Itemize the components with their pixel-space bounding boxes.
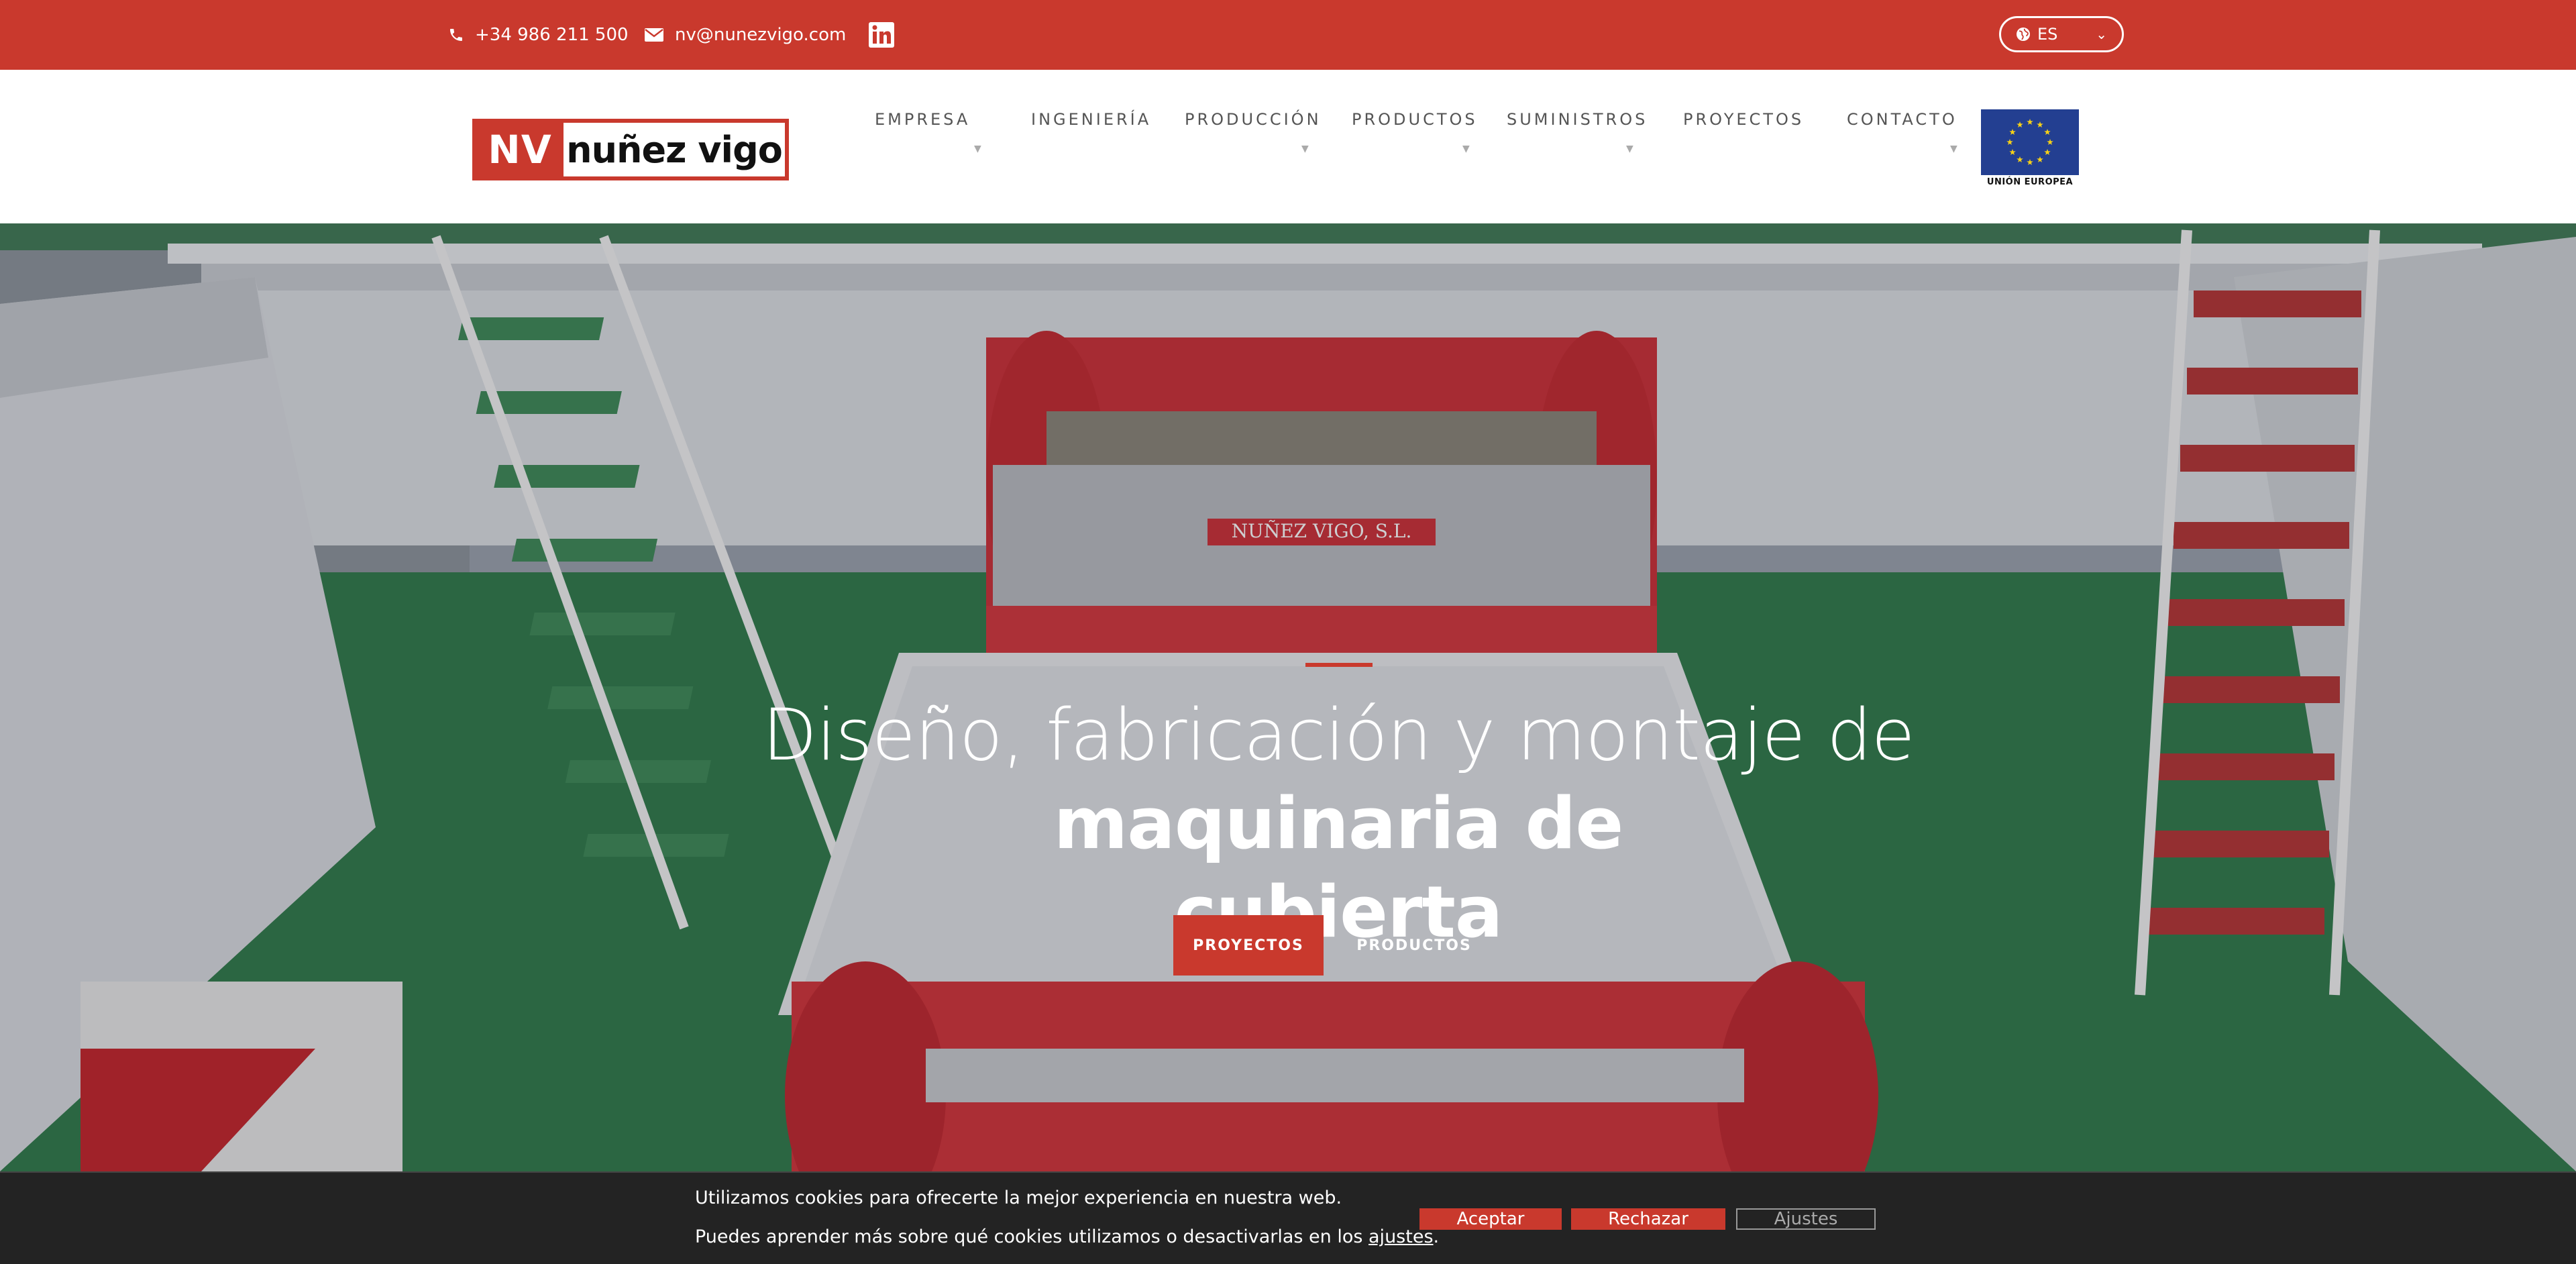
envelope-icon (645, 28, 663, 42)
eu-label: UNIÓN EUROPEA (1986, 177, 2074, 187)
nav-item-contacto[interactable]: CONTACTO (1847, 110, 1957, 129)
reject-cookies-button[interactable]: Rechazar (1571, 1208, 1725, 1230)
eu-star (2044, 149, 2051, 155)
headline-accent-line (1305, 663, 1373, 667)
hero-headline: Diseño, fabricación y montaje de maquina… (530, 691, 2147, 957)
phone-link[interactable]: +34 986 211 500 (448, 0, 629, 70)
chevron-down-icon: ⌄ (2096, 26, 2107, 42)
cookie-message-prefix: Puedes aprender más sobre qué cookies ut… (695, 1226, 1369, 1247)
eu-star (2017, 156, 2023, 162)
nav-item-proyectos[interactable]: PROYECTOS (1683, 110, 1804, 129)
globe-icon (2017, 28, 2030, 41)
top-contact-bar: +34 986 211 500 nv@nunezvigo.com ES ⌄ (0, 0, 2576, 70)
hero-banner: NUÑEZ VIGO, S.L. Diseño, fabricación y m… (0, 223, 2576, 1171)
eu-stars-icon (2006, 119, 2053, 165)
eu-star (2009, 149, 2016, 155)
projects-button[interactable]: PROYECTOS (1173, 915, 1324, 976)
nav-item-ingenieria[interactable]: INGENIERÍA (1031, 110, 1151, 129)
caret-down-icon: ▼ (1301, 144, 1309, 154)
eu-star (2047, 139, 2053, 145)
nav-item-productos[interactable]: PRODUCTOS (1352, 110, 1478, 129)
headline-bold-text: maquinaria de (1053, 782, 1623, 865)
language-code[interactable]: ES (2037, 25, 2057, 44)
nav-item-suministros[interactable]: SUMINISTROS (1507, 110, 1648, 129)
nav-item-empresa[interactable]: EMPRESA (875, 110, 970, 129)
eu-star (2006, 139, 2013, 145)
eu-star (2037, 156, 2043, 162)
site-logo[interactable]: NV nuñez vigo (472, 119, 789, 180)
language-selector[interactable]: ES ⌄ (1999, 16, 2124, 52)
eu-star (2037, 121, 2043, 128)
cookie-message: Utilizamos cookies para ofrecerte la mej… (695, 1188, 1342, 1208)
cookie-message-settings: Puedes aprender más sobre qué cookies ut… (695, 1226, 1439, 1247)
eu-star (2009, 129, 2016, 135)
eu-star (2027, 159, 2033, 165)
phone-icon (450, 29, 462, 41)
logo-wordmark: nuñez vigo (566, 128, 783, 171)
accept-cookies-button[interactable]: Aceptar (1419, 1208, 1562, 1230)
main-header: NV nuñez vigo (0, 70, 2576, 224)
caret-down-icon: ▼ (1462, 144, 1470, 154)
caret-down-icon: ▼ (1950, 144, 1957, 154)
caret-down-icon: ▼ (1626, 144, 1633, 154)
email-link[interactable]: nv@nunezvigo.com (644, 0, 846, 70)
logo-mark: NV (476, 123, 564, 176)
caret-down-icon: ▼ (974, 144, 981, 154)
products-button[interactable]: PRODUCTOS (1342, 915, 1487, 976)
phone-number[interactable]: +34 986 211 500 (475, 25, 629, 45)
email-address[interactable]: nv@nunezvigo.com (675, 25, 846, 45)
headline-light-text: Diseño, fabricación y montaje de (762, 694, 1915, 776)
nav-item-produccion[interactable]: PRODUCCIÓN (1185, 110, 1322, 129)
eu-star (2027, 119, 2033, 125)
eu-flag (1981, 109, 2079, 175)
cookie-settings-button[interactable]: Ajustes (1736, 1208, 1876, 1230)
cookie-consent-bar: Utilizamos cookies para ofrecerte la mej… (0, 1171, 2576, 1264)
eu-star (2044, 129, 2051, 135)
eu-star (2017, 121, 2023, 128)
linkedin-link[interactable] (868, 0, 906, 70)
linkedin-icon[interactable] (868, 21, 895, 48)
